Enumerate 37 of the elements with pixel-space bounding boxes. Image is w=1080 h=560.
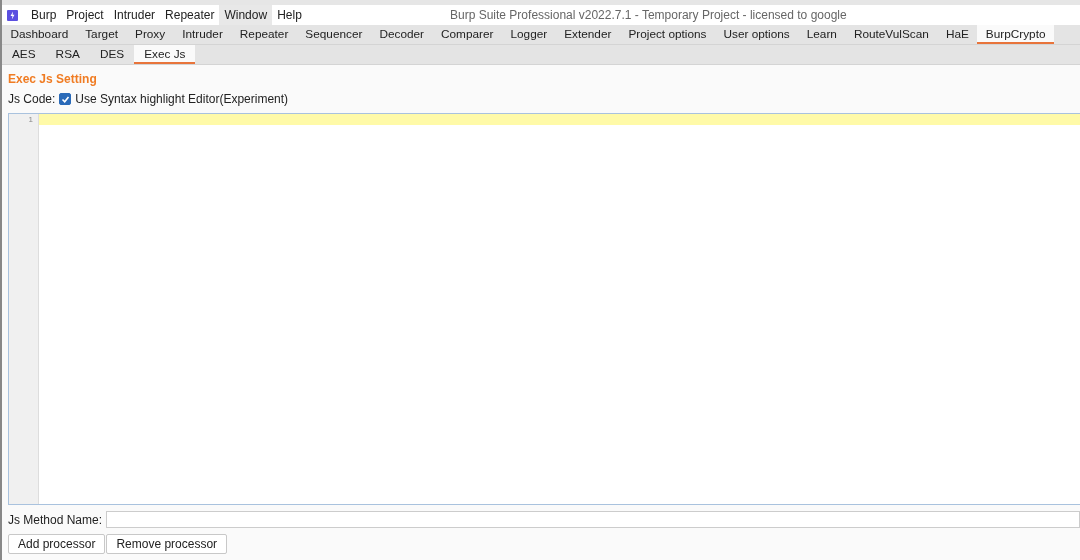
tab[interactable]: Target <box>76 25 127 44</box>
menu-item[interactable]: Window <box>219 5 273 25</box>
processor-button[interactable]: Remove processor <box>106 534 228 554</box>
tab[interactable]: Sequencer <box>296 25 371 44</box>
tab[interactable]: Logger <box>501 25 556 44</box>
tab[interactable]: Intruder <box>173 25 232 44</box>
tab[interactable]: Learn <box>798 25 846 44</box>
menu-item[interactable]: Project <box>61 5 109 25</box>
checkbox[interactable] <box>59 93 72 105</box>
tab[interactable]: Dashboard <box>2 25 77 44</box>
field-label: Js Code: <box>8 92 56 106</box>
tab[interactable]: DES <box>89 45 135 64</box>
method-name-field[interactable] <box>106 511 1080 528</box>
tab[interactable]: RSA <box>45 45 90 64</box>
line-number: 1 <box>27 114 34 125</box>
app-logo-icon <box>7 9 18 21</box>
checkbox-label[interactable]: Use Syntax highlight Editor(Experiment) <box>75 92 289 106</box>
processor-button[interactable]: Add processor <box>8 534 106 554</box>
tab[interactable]: User options <box>714 25 799 44</box>
tab[interactable]: Decoder <box>370 25 433 44</box>
section-title: Exec Js Setting <box>8 72 98 86</box>
tab[interactable]: AES <box>2 45 46 64</box>
tab[interactable]: HaE <box>937 25 978 44</box>
menu-item[interactable]: Help <box>272 5 307 25</box>
field-label: Js Method Name: <box>8 512 103 527</box>
tab[interactable]: RouteVulScan <box>845 25 938 44</box>
tab[interactable]: Comparer <box>432 25 502 44</box>
tab[interactable]: Exec Js <box>134 45 196 64</box>
menu-item[interactable]: Burp <box>26 5 62 25</box>
menu-item[interactable]: Intruder <box>108 5 161 25</box>
window-title: Burp Suite Professional v2022.7.1 - Temporary Project - licensed to google <box>450 8 847 22</box>
tab[interactable]: Repeater <box>231 25 297 44</box>
tab[interactable]: Project options <box>619 25 715 44</box>
menu-item[interactable]: Repeater <box>160 5 220 25</box>
tab[interactable]: Extender <box>555 25 620 44</box>
tab[interactable]: BurpCrypto <box>977 25 1054 44</box>
tab[interactable]: Proxy <box>126 25 174 44</box>
